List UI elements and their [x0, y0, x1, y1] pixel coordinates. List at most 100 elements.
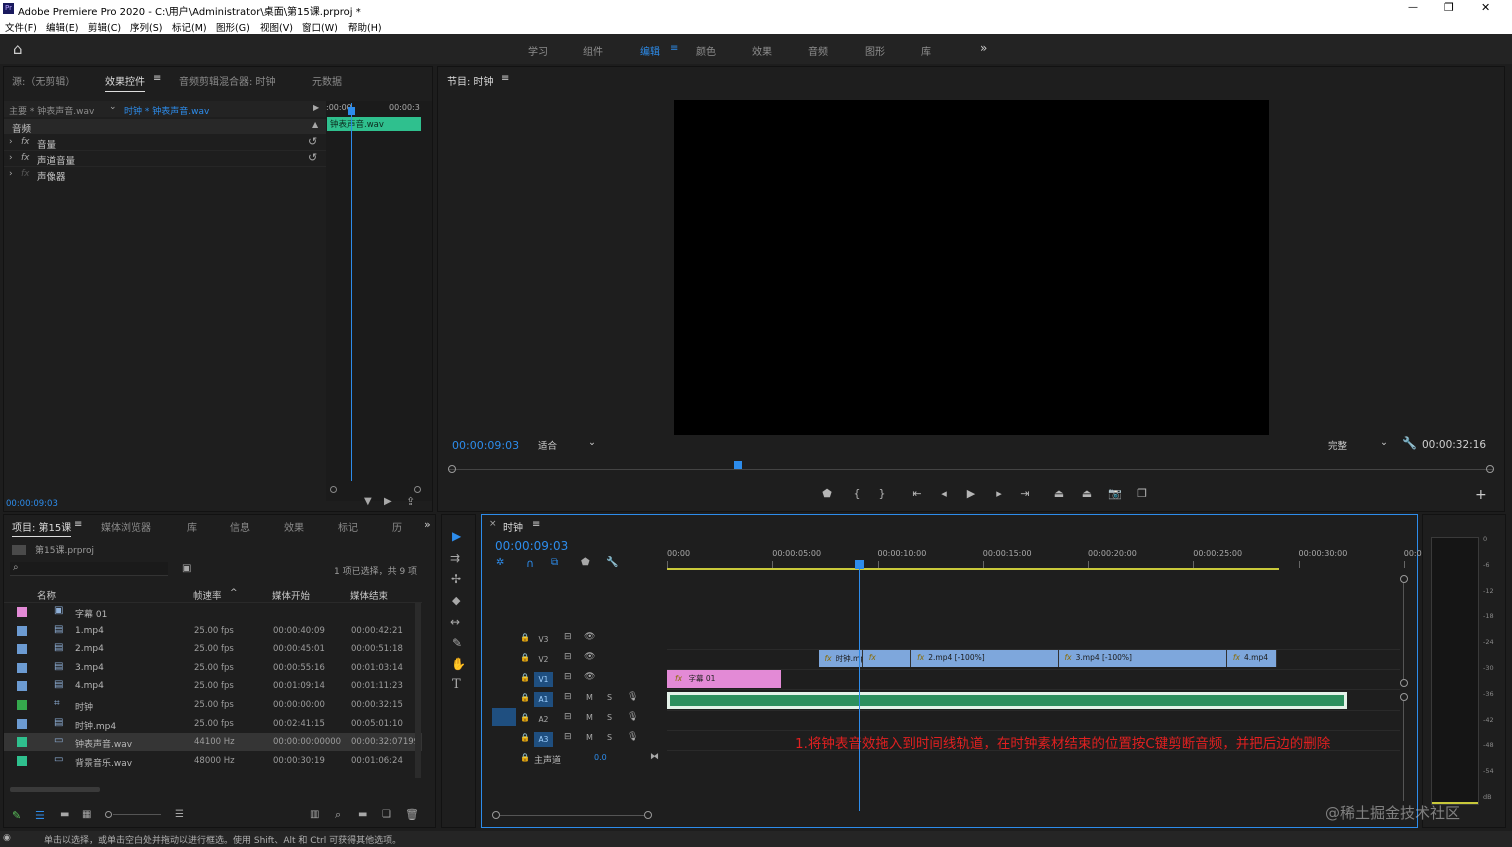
workspace-color[interactable]: 颜色 — [696, 43, 716, 58]
sort-icons-icon[interactable]: ☰ — [175, 809, 184, 820]
selection-tool-icon[interactable]: ▶ — [452, 529, 461, 543]
export-icon[interactable]: ⇪ — [406, 495, 415, 508]
microphone-icon[interactable]: 🎙 — [627, 692, 638, 702]
sync-lock-icon[interactable]: ⊟ — [564, 672, 572, 682]
chevron-right-icon[interactable]: › — [9, 137, 13, 147]
list-view-icon[interactable]: ☰ — [35, 809, 45, 822]
close-button[interactable]: ✕ — [1481, 1, 1490, 14]
lock-icon[interactable]: 🔒 — [520, 653, 530, 662]
solo-button[interactable]: S — [607, 713, 612, 722]
project-vertical-scrollbar[interactable] — [415, 603, 421, 778]
lock-icon[interactable]: 🔒 — [520, 633, 530, 642]
timeline-settings-wrench-icon[interactable]: 🔧 — [606, 557, 618, 568]
zoom-slider[interactable] — [105, 811, 161, 819]
timeline-close-icon[interactable]: × — [489, 519, 497, 529]
lock-icon[interactable]: 🔒 — [520, 753, 530, 762]
extract-icon[interactable]: ⏏ — [1078, 487, 1096, 500]
slip-tool-icon[interactable]: ↔ — [450, 615, 460, 629]
reset-icon[interactable]: ↺ — [308, 151, 317, 164]
add-marker-icon[interactable]: ⬟ — [818, 487, 836, 500]
label-color-swatch[interactable] — [17, 755, 27, 766]
workspace-graphics[interactable]: 图形 — [865, 43, 885, 58]
new-bin-icon[interactable]: ▬ — [358, 809, 367, 820]
menu-clip[interactable]: 剪辑(C) — [88, 20, 121, 34]
play-icon[interactable]: ▶ — [962, 487, 980, 500]
wrench-icon[interactable]: 🔧 — [1402, 436, 1417, 450]
sync-lock-icon[interactable]: ⊟ — [564, 652, 572, 662]
track-target-button[interactable]: V3 — [534, 632, 553, 647]
workspace-effects[interactable]: 效果 — [752, 43, 772, 58]
track-target-button[interactable]: V1 — [534, 672, 553, 687]
go-to-in-icon[interactable]: ⇤ — [908, 487, 926, 500]
sync-lock-icon[interactable]: ⊟ — [564, 692, 572, 702]
tab-effect-controls[interactable]: 效果控件 — [105, 73, 145, 92]
effect-row-volume[interactable]: › fx 音量 ↺ — [4, 135, 326, 151]
sequence-clip-label[interactable]: 时钟 * 钟表声音.wav — [124, 104, 209, 117]
sync-lock-icon[interactable]: ⊟ — [564, 632, 572, 642]
v2-video-clip[interactable]: fx 4.mp4 — [1226, 650, 1278, 667]
project-list-item[interactable]: ▤ 时钟.mp4 25.00 fps 00:02:41:15 00:05:01:10 — [4, 715, 422, 733]
timeline-title[interactable]: 时钟 — [503, 519, 523, 534]
tab-history[interactable]: 历 — [392, 519, 402, 534]
reset-icon[interactable]: ↺ — [308, 135, 317, 148]
go-to-out-icon[interactable]: ⇥ — [1016, 487, 1034, 500]
chevron-down-icon[interactable]: ⌄ — [1380, 437, 1388, 448]
track-select-tool-icon[interactable]: ⇉ — [450, 551, 460, 565]
tab-project[interactable]: 项目: 第15课 — [12, 519, 72, 537]
microphone-icon[interactable]: 🎙 — [627, 712, 638, 722]
expand-right-icon[interactable]: ▶ — [313, 103, 319, 112]
v1-title-clip[interactable]: fx 字幕 01 — [667, 670, 781, 688]
project-list-item[interactable]: ⌗ 时钟 25.00 fps 00:00:00:00 00:00:32:15 — [4, 696, 422, 714]
tab-info[interactable]: 信息 — [230, 519, 250, 534]
tab-markers[interactable]: 标记 — [338, 519, 358, 534]
v2-video-clip[interactable]: fx — [862, 650, 912, 667]
tab-audio-clip-mixer[interactable]: 音频剪辑混合器: 时钟 — [179, 73, 276, 88]
new-bin-from-search-icon[interactable]: ▣ — [182, 563, 191, 574]
type-tool-icon[interactable]: T — [452, 677, 461, 692]
track-target-button[interactable]: A1 — [534, 692, 553, 707]
track-target-button[interactable]: A3 — [534, 732, 553, 747]
program-menu-icon[interactable]: ≡ — [501, 73, 509, 84]
freeform-view-icon[interactable]: ▦ — [82, 809, 91, 820]
project-list-item[interactable]: ▤ 4.mp4 25.00 fps 00:01:09:14 00:01:11:23 — [4, 677, 422, 695]
razor-tool-icon[interactable]: ◆ — [452, 594, 460, 607]
label-color-swatch[interactable] — [17, 662, 27, 673]
sync-lock-icon[interactable]: ⊟ — [564, 712, 572, 722]
chevron-down-icon[interactable]: ⌄ — [588, 437, 596, 448]
fx-icon[interactable]: fx — [21, 137, 30, 147]
timeline-timecode[interactable]: 00:00:09:03 — [495, 539, 568, 553]
timeline-playhead-handle[interactable] — [854, 560, 864, 569]
microphone-icon[interactable]: 🎙 — [627, 732, 638, 742]
video-preview[interactable] — [674, 100, 1269, 435]
project-horizontal-scrollbar[interactable] — [10, 787, 100, 792]
timeline-ruler[interactable]: 00:00 00:00:05:00 00:00:10:00 00:00:15:00 00… — [667, 545, 1422, 575]
tab-source[interactable]: 源:（无剪辑） — [12, 73, 75, 88]
eye-icon[interactable]: 👁 — [584, 672, 595, 682]
source-patch-a1[interactable] — [492, 708, 516, 726]
program-playhead[interactable] — [734, 461, 742, 469]
project-search-field[interactable]: ⌕ — [10, 562, 168, 576]
automate-to-sequence-icon[interactable]: ▥ — [310, 809, 319, 820]
solo-button[interactable]: S — [607, 733, 612, 742]
tab-menu-icon[interactable]: ≡ — [153, 73, 161, 84]
lift-icon[interactable]: ⏏ — [1050, 487, 1068, 500]
label-color-swatch[interactable] — [17, 700, 27, 710]
tab-metadata[interactable]: 元数据 — [312, 73, 342, 88]
track-target-button[interactable]: V2 — [534, 652, 553, 667]
program-timecode[interactable]: 00:00:09:03 — [452, 439, 519, 452]
effect-row-channel-volume[interactable]: › fx 声道音量 ↺ — [4, 151, 326, 167]
column-name[interactable]: 名称 — [37, 588, 56, 602]
tabs-overflow-button[interactable]: » — [424, 518, 431, 531]
a1-audio-clip[interactable] — [667, 692, 1347, 709]
mini-playhead[interactable] — [351, 103, 352, 481]
track-target-button[interactable]: A2 — [534, 712, 553, 727]
mute-button[interactable]: M — [586, 733, 593, 742]
master-volume-value[interactable]: 0.0 — [594, 753, 607, 762]
minimize-button[interactable]: — — [1408, 2, 1418, 13]
project-list-item[interactable]: ▭ 背景音乐.wav 48000 Hz 00:00:30:19 00:01:06:24 — [4, 752, 422, 770]
fx-icon[interactable]: fx — [21, 153, 30, 163]
timeline-playhead[interactable] — [858, 563, 860, 811]
workspace-audio[interactable]: 音频 — [808, 43, 828, 58]
project-list-item[interactable]: ▤ 1.mp4 25.00 fps 00:00:40:09 00:00:42:21 — [4, 622, 422, 640]
mini-zoom-scroll[interactable] — [330, 486, 421, 494]
